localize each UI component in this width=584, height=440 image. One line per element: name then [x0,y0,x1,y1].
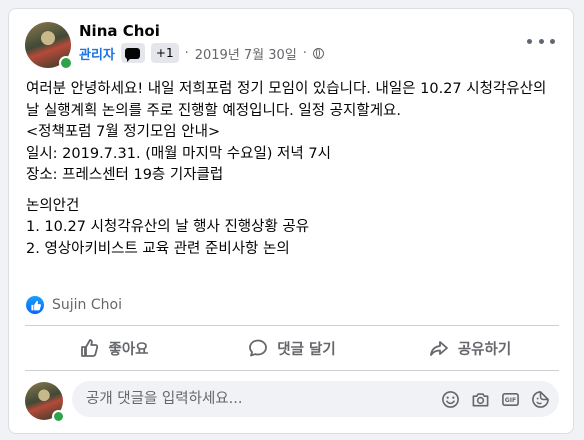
notice-title: <정책포럼 7월 정기모임 안내> [26,124,221,140]
divider [25,325,559,326]
share-button-label: 공유하기 [457,341,512,358]
comment-input[interactable] [86,384,439,414]
share-button[interactable]: 공유하기 [381,327,559,369]
share-icon [429,341,448,356]
notice-date: 일시: 2019.7.31. (매월 마지막 수요일) 저녁 7시 [26,145,331,162]
reaction-summary[interactable]: Sujin Choi [26,293,122,317]
agenda-item: 2. 영상아키비스트 교육 관련 준비사항 논의 [26,240,290,257]
globe-icon[interactable] [312,47,324,59]
agenda-title: 논의안건 [26,197,80,214]
post-meta: 관리자 +1 · 2019년 7월 30일 · [79,43,324,63]
like-icon [26,296,44,314]
more-badges-chip[interactable]: +1 [150,43,179,63]
agenda-item: 1. 10.27 시청각유산의 날 행사 진행상황 공유 [26,219,310,235]
online-status-dot [52,410,65,423]
chat-badge[interactable] [120,43,145,63]
more-horizontal-icon [538,38,544,44]
comment-button[interactable]: 댓글 달기 [203,327,381,369]
post-intro: 여러분 안녕하세요! 내일 저희포럼 정기 모임이 있습니다. 내일은 10.2… [26,81,547,119]
post-actions: 좋아요 댓글 달기 공유하기 [25,327,559,369]
comment-tools: GIF [439,388,551,410]
online-status-dot [59,56,73,70]
meta-separator: · [302,45,307,61]
sticker-icon[interactable] [529,388,551,410]
more-options-button[interactable] [527,33,555,49]
divider [25,370,559,371]
reactor-name[interactable]: Sujin Choi [52,297,122,313]
comment-button-label: 댓글 달기 [277,341,336,358]
camera-icon[interactable] [469,388,491,410]
like-button-label: 좋아요 [108,341,149,358]
comment-icon [249,339,268,357]
post-card: Nina Choi 관리자 +1 · 2019년 7월 30일 · 여러분 안녕… [8,8,574,434]
gif-icon[interactable]: GIF [499,388,521,410]
comment-composer: GIF [72,381,559,417]
more-horizontal-icon [550,38,555,44]
meta-separator: · [184,45,189,61]
author-name[interactable]: Nina Choi [79,22,160,40]
svg-text:GIF: GIF [504,397,516,404]
like-button[interactable]: 좋아요 [25,327,203,369]
post-body: 여러분 안녕하세요! 내일 저희포럼 정기 모임이 있습니다. 내일은 10.2… [26,79,562,260]
notice-place: 장소: 프레스센터 19층 기자클럽 [26,167,224,183]
more-horizontal-icon [527,38,532,44]
thumbs-up-icon [81,339,99,357]
chat-icon [125,47,141,62]
post-timestamp[interactable]: 2019년 7월 30일 [195,44,297,63]
emoji-icon[interactable] [439,388,461,410]
admin-badge[interactable]: 관리자 [79,44,115,63]
